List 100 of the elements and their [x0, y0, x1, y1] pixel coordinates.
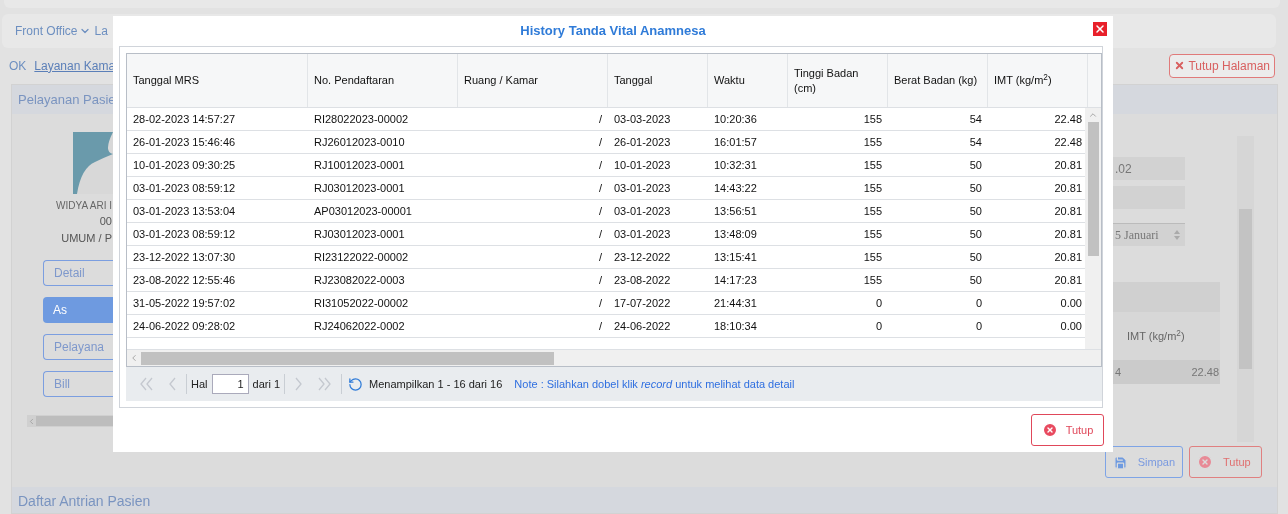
table-cell-text: / [598, 134, 602, 150]
table-cell-text: 50 [969, 157, 982, 173]
close-icon[interactable] [1093, 22, 1107, 36]
column-header[interactable]: Ruang / Kamar [464, 73, 538, 88]
table-cell-text: 03-01-2023 [614, 226, 671, 242]
side-menu-button[interactable]: Pelayana [43, 334, 113, 360]
table-cell-text: 50 [969, 180, 982, 196]
queue-title: Daftar Antrian Pasien [18, 493, 151, 509]
column-header[interactable]: IMT (kg/m$^{2}$) [994, 73, 1052, 88]
table-cell-text: / [598, 295, 602, 311]
close-circle-icon [1197, 454, 1213, 470]
table-cell-text: 13:15:41 [714, 249, 757, 265]
refresh-icon[interactable] [348, 376, 364, 392]
table-cell-text: 26-01-2023 15:46:46 [133, 134, 236, 150]
table-cell-text: / [598, 180, 602, 196]
table-cell-text: 20.81 [1054, 249, 1082, 265]
dialog-title: History Tanda Vital Anamnesa [520, 22, 706, 41]
table-cell-text: 13:48:09 [714, 226, 757, 242]
panel-scrollbar[interactable] [1237, 136, 1254, 442]
form-field[interactable] [1113, 186, 1185, 209]
spinner-arrows-icon[interactable] [1173, 229, 1181, 241]
table-cell-text: 0 [975, 295, 982, 311]
table-cell-text: 16:01:57 [714, 134, 757, 150]
close-button[interactable]: Tutup [1189, 446, 1262, 478]
table-cell-text: RI31052022-00002 [314, 295, 409, 311]
table-cell-text: 155 [863, 111, 882, 127]
table-cell-text: 26-01-2023 [614, 134, 671, 150]
table-cell-text: 20.81 [1054, 180, 1082, 196]
column-header[interactable]: Waktu [714, 73, 745, 88]
table-cell-text: 50 [969, 272, 982, 288]
column-header[interactable]: Tinggi Badan (cm) [794, 65, 881, 96]
table-cell-text: 54 [969, 111, 982, 127]
table-cell-text: 0 [875, 295, 882, 311]
column-header[interactable]: Tanggal [614, 73, 653, 88]
table-cell-text: 24-06-2022 09:28:02 [133, 318, 236, 334]
table-cell-text: AP03012023-00001 [314, 203, 412, 219]
close-page-button[interactable]: Tutup Halaman [1169, 53, 1275, 78]
table-cell-text: RJ23082022-0003 [314, 272, 405, 288]
table-cell-text: 10-01-2023 [614, 157, 671, 173]
table-cell-text: 14:43:22 [714, 180, 757, 196]
patient-group: UMUM / P [61, 229, 112, 246]
table-cell-text: 155 [863, 134, 882, 150]
nav-menu-item[interactable]: Front Office [15, 21, 92, 40]
avatar-drawing [73, 132, 113, 194]
table-cell-text: 20.81 [1054, 272, 1082, 288]
note-text: Note : Silahkan dobel klik record untuk melihat data detail [514, 376, 795, 392]
column-header[interactable]: Berat Badan (kg) [894, 73, 978, 88]
record-summary: Menampilkan 1 - 16 dari 16 [369, 376, 503, 392]
horizontal-scrollbar[interactable] [27, 415, 113, 427]
date-field[interactable]: 5 Januari [1113, 223, 1185, 246]
column-header[interactable]: No. Pendaftaran [314, 73, 395, 88]
table-cell-text: RJ26012023-0010 [314, 134, 405, 150]
table-cell-text: 50 [969, 203, 982, 219]
table-cell-text: 0.00 [1060, 318, 1082, 334]
table-cell-text: 03-03-2023 [614, 111, 671, 127]
table-cell-text: 54 [969, 134, 982, 150]
horizontal-scrollbar[interactable] [127, 349, 1101, 366]
table-cell-text: 0 [875, 318, 882, 334]
page-label: Hal [191, 376, 208, 392]
table-cell-text: 22.48 [1191, 364, 1219, 380]
side-menu-button[interactable]: Bill [43, 371, 113, 397]
side-menu-button[interactable]: As [43, 297, 113, 323]
scroll-left-icon[interactable] [129, 353, 139, 363]
table-cell-text: 03-01-2023 13:53:04 [133, 203, 236, 219]
table-cell-text: 28-02-2023 14:57:27 [133, 111, 236, 127]
table-cell-text: 155 [863, 249, 882, 265]
scroll-up-icon[interactable] [1088, 110, 1098, 120]
x-mark-icon [1094, 23, 1106, 35]
save-button[interactable]: Simpan [1104, 446, 1183, 478]
table-cell-text: / [598, 318, 602, 334]
table-cell-text: 0 [975, 318, 982, 334]
table-cell-text: 155 [863, 180, 882, 196]
table-cell-text: RJ03012023-0001 [314, 226, 405, 242]
table-cell-text: 155 [863, 203, 882, 219]
column-header: IMT (kg/m$^{2}$) [1127, 327, 1185, 344]
scroll-left-icon[interactable] [27, 416, 36, 426]
table-cell-text: / [598, 226, 602, 242]
table-cell-text: 24-06-2022 [614, 318, 671, 334]
form-field[interactable]: .02 [1113, 157, 1185, 180]
breadcrumb-prefix: OK [9, 57, 27, 75]
table-cell-text: 50 [969, 249, 982, 265]
x-mark-icon [1174, 60, 1186, 72]
table-cell-text: 03-01-2023 08:59:12 [133, 226, 236, 242]
table-cell-text: RI28022023-00002 [314, 111, 409, 127]
close-button[interactable]: Tutup [1031, 414, 1104, 446]
table-cell-text: 155 [863, 226, 882, 242]
close-circle-icon [1041, 422, 1058, 438]
table-cell-text: 22.48 [1054, 134, 1082, 150]
side-menu-button[interactable]: Detail [43, 260, 113, 286]
table-cell-text: 20.81 [1054, 203, 1082, 219]
patient-number: 00 [99, 214, 112, 229]
table-cell-text: / [598, 111, 602, 127]
nav-menu-item[interactable]: La [94, 21, 108, 40]
column-header[interactable]: Tanggal MRS [133, 73, 200, 88]
vertical-scrollbar[interactable] [1085, 108, 1101, 349]
page-input[interactable]: 1 [211, 374, 249, 394]
table-cell-text: 31-05-2022 19:57:02 [133, 295, 236, 311]
table-cell-text: 23-08-2022 12:55:46 [133, 272, 236, 288]
table-cell-text: 10:32:31 [714, 157, 757, 173]
table-cell-text: 155 [863, 157, 882, 173]
